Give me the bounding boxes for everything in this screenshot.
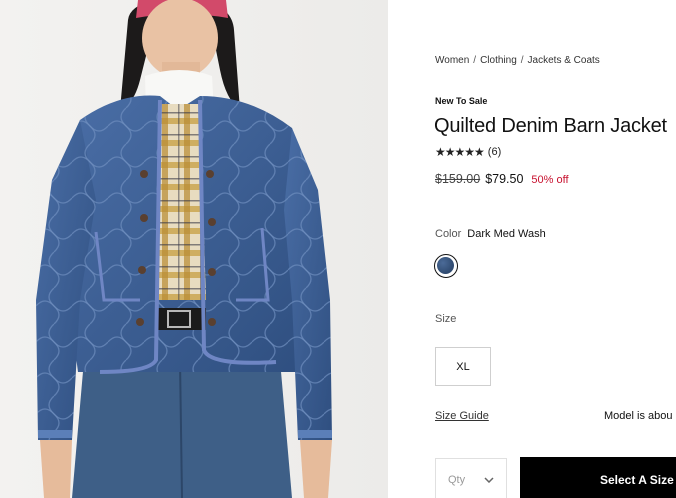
breadcrumb-jackets-coats[interactable]: Jackets & Coats bbox=[528, 55, 600, 66]
size-option-xl[interactable]: XL bbox=[435, 347, 491, 386]
product-title: Quilted Denim Barn Jacket bbox=[434, 115, 667, 137]
discount-badge: 50% off bbox=[531, 174, 569, 186]
product-image[interactable] bbox=[0, 0, 388, 498]
original-price: $159.00 bbox=[435, 172, 481, 186]
size-label: Size bbox=[435, 313, 457, 325]
color-label: Color bbox=[435, 228, 462, 240]
rating[interactable]: ★★★★★ (6) bbox=[435, 145, 501, 159]
promo-tag: New To Sale bbox=[435, 96, 488, 106]
star-rating-icon: ★★★★★ bbox=[435, 145, 485, 159]
swatch-fill bbox=[437, 257, 454, 274]
breadcrumb: Women / Clothing / Jackets & Coats bbox=[435, 55, 600, 66]
rating-count: (6) bbox=[487, 146, 502, 158]
size-guide-link[interactable]: Size Guide bbox=[435, 410, 489, 422]
color-selection: Color Dark Med Wash bbox=[435, 228, 546, 240]
selected-color-name: Dark Med Wash bbox=[467, 228, 546, 240]
product-photo-illustration bbox=[0, 0, 388, 498]
color-swatch-dark-med-wash[interactable] bbox=[434, 254, 458, 278]
breadcrumb-separator: / bbox=[473, 55, 477, 66]
sale-price: $79.50 bbox=[485, 172, 524, 186]
model-info-text: Model is abou bbox=[604, 410, 673, 422]
chevron-down-icon bbox=[484, 474, 494, 486]
select-size-button[interactable]: Select A Size bbox=[520, 457, 676, 498]
product-details-panel: Women / Clothing / Jackets & Coats New To Sa… bbox=[388, 0, 676, 498]
breadcrumb-clothing[interactable]: Clothing bbox=[480, 55, 517, 66]
quantity-placeholder: Qty bbox=[448, 474, 466, 486]
breadcrumb-women[interactable]: Women bbox=[435, 55, 469, 66]
quantity-select[interactable]: Qty bbox=[435, 458, 507, 498]
breadcrumb-separator: / bbox=[520, 55, 524, 66]
price-block: $159.00 $79.50 50% off bbox=[435, 172, 569, 186]
